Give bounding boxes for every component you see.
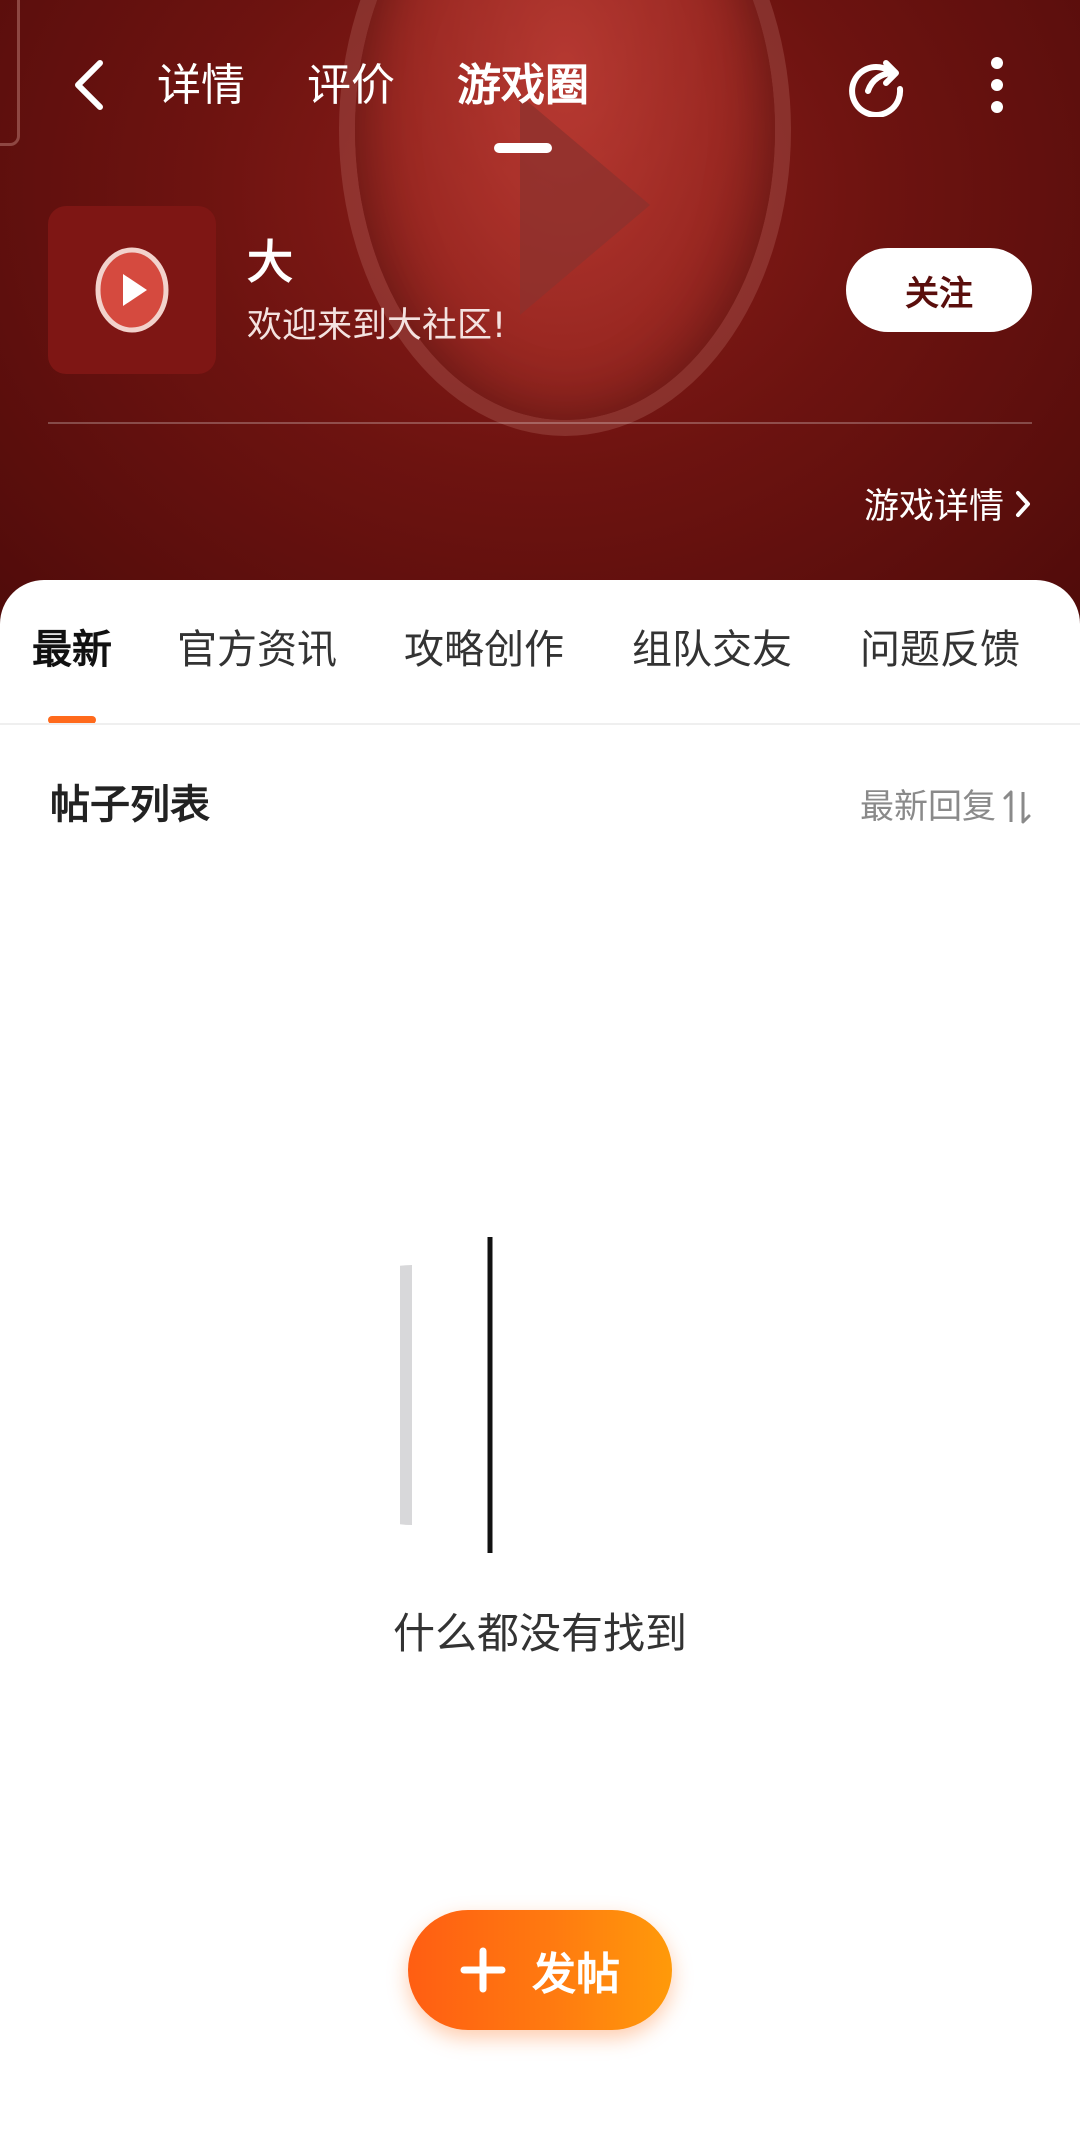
share-button[interactable] bbox=[839, 48, 913, 122]
chevron-right-icon bbox=[1016, 490, 1030, 517]
play-icon bbox=[95, 247, 169, 333]
plus-icon bbox=[460, 1947, 506, 1993]
tab-reviews[interactable]: 评价 bbox=[307, 58, 395, 114]
top-bar: 详情 评价 游戏圈 bbox=[0, 0, 1080, 170]
active-tab-indicator bbox=[494, 143, 552, 153]
new-post-button[interactable]: 发帖 bbox=[408, 1910, 672, 2030]
category-tab-official-news[interactable]: 官方资讯 bbox=[177, 622, 337, 678]
new-post-label: 发帖 bbox=[532, 1949, 620, 2000]
tab-details[interactable]: 详情 bbox=[157, 58, 245, 114]
category-divider bbox=[0, 723, 1080, 725]
empty-state-illustration bbox=[400, 1237, 493, 1553]
tab-game-circle[interactable]: 游戏圈 bbox=[457, 58, 589, 114]
game-header: 详情 评价 游戏圈 大 欢迎来到大社区! 关注 游戏详情 bbox=[0, 0, 1080, 640]
game-detail-link[interactable]: 游戏详情 bbox=[864, 478, 1032, 529]
category-tab-feedback[interactable]: 问题反馈 bbox=[860, 622, 1020, 678]
category-tab-team-up[interactable]: 组队交友 bbox=[632, 622, 792, 678]
game-detail-label: 游戏详情 bbox=[863, 487, 1004, 527]
post-list-title: 帖子列表 bbox=[50, 782, 210, 828]
sort-icon bbox=[1003, 790, 1031, 824]
sort-button[interactable]: 最新回复 bbox=[860, 782, 1032, 832]
game-welcome-text: 欢迎来到大社区! bbox=[247, 306, 507, 346]
game-name: 大 bbox=[247, 235, 293, 289]
follow-button[interactable]: 关注 bbox=[846, 248, 1032, 332]
category-tab-guides[interactable]: 攻略创作 bbox=[404, 622, 564, 678]
share-icon bbox=[849, 60, 904, 117]
sort-label: 最新回复 bbox=[860, 787, 996, 827]
more-options-button[interactable] bbox=[960, 48, 1034, 122]
more-vertical-icon bbox=[991, 57, 1003, 113]
empty-state-message: 什么都没有找到 bbox=[392, 1609, 687, 1658]
chevron-left-icon bbox=[75, 60, 103, 110]
back-button[interactable] bbox=[60, 50, 120, 120]
game-app-icon bbox=[48, 206, 216, 374]
category-tab-latest[interactable]: 最新 bbox=[32, 622, 112, 678]
header-divider bbox=[48, 422, 1032, 424]
